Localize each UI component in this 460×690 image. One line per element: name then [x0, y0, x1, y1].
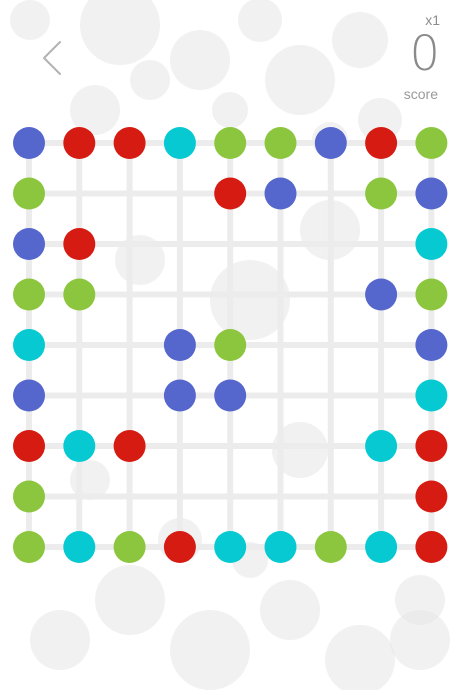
dot-green[interactable] [415, 278, 448, 311]
dot-blue[interactable] [163, 379, 196, 412]
dot-cyan[interactable] [63, 430, 96, 462]
dot-cyan[interactable] [365, 531, 398, 563]
dot-red[interactable] [163, 531, 196, 563]
dot-cyan[interactable] [264, 531, 297, 563]
dot-blue[interactable] [13, 127, 45, 159]
dot-blue[interactable] [415, 177, 448, 210]
dot-green[interactable] [214, 329, 247, 361]
dot-cyan[interactable] [415, 379, 448, 412]
dot-red[interactable] [113, 127, 146, 159]
dot-red[interactable] [415, 531, 448, 563]
dot-cyan[interactable] [163, 127, 196, 159]
dot-blue[interactable] [415, 329, 448, 361]
dot-blue[interactable] [214, 379, 247, 412]
dot-blue[interactable] [314, 127, 347, 159]
dot-red[interactable] [113, 430, 146, 462]
dot-green[interactable] [264, 127, 297, 159]
game-board [13, 127, 448, 563]
dot-red[interactable] [63, 228, 96, 260]
dot-blue[interactable] [13, 228, 45, 260]
dot-green[interactable] [13, 177, 45, 210]
dot-cyan[interactable] [63, 531, 96, 563]
dot-green[interactable] [214, 127, 247, 159]
dot-green[interactable] [13, 480, 45, 513]
dot-cyan[interactable] [365, 430, 398, 462]
dot-blue[interactable] [13, 379, 45, 412]
dot-green[interactable] [63, 278, 96, 311]
dot-green[interactable] [415, 127, 448, 159]
dot-cyan[interactable] [214, 531, 247, 563]
dot-blue[interactable] [163, 329, 196, 361]
dot-red[interactable] [415, 430, 448, 462]
dot-green[interactable] [365, 177, 398, 210]
dot-green[interactable] [13, 531, 45, 563]
dot-red[interactable] [214, 177, 247, 210]
dot-red[interactable] [13, 430, 45, 462]
dot-green[interactable] [13, 278, 45, 311]
dot-green[interactable] [113, 531, 146, 563]
dot-cyan[interactable] [415, 228, 448, 260]
dot-cyan[interactable] [13, 329, 45, 361]
dot-green[interactable] [314, 531, 347, 563]
dot-red[interactable] [365, 127, 398, 159]
dot-blue[interactable] [264, 177, 297, 210]
dot-red[interactable] [415, 480, 448, 513]
dot-red[interactable] [63, 127, 96, 159]
dot-blue[interactable] [365, 278, 398, 311]
